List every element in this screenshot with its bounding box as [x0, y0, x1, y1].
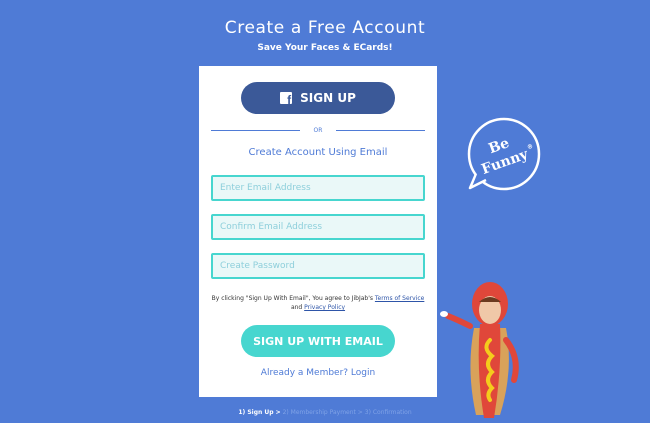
confirm-email-field[interactable] [211, 214, 425, 240]
terms-of-service-link[interactable]: Terms of Service [375, 295, 424, 302]
divider-line-right [336, 129, 425, 131]
step-sign-up: 1) Sign Up > [238, 409, 281, 416]
privacy-policy-link[interactable]: Privacy Policy [304, 304, 345, 311]
login-link[interactable]: Already a Member? Login [199, 368, 437, 378]
email-field[interactable] [211, 175, 425, 201]
mascot-glove-left [440, 311, 448, 317]
or-label: OR [313, 126, 323, 134]
create-account-email-label: Create Account Using Email [248, 147, 388, 158]
page-title: Create a Free Account [224, 18, 426, 38]
divider-line-left [211, 129, 300, 131]
be-funny-badge: Be Funny ® [467, 117, 541, 191]
step-confirmation: 3) Confirmation [364, 409, 412, 416]
facebook-icon: f [280, 92, 293, 107]
signup-card: f SIGN UP OR Create Account Using Email … [199, 66, 437, 397]
facebook-signup-button[interactable]: f SIGN UP [241, 82, 395, 114]
facebook-signup-label: SIGN UP [300, 91, 356, 105]
signup-with-email-button[interactable]: SIGN UP WITH EMAIL [241, 325, 395, 357]
or-divider: OR [211, 124, 425, 136]
terms-text: By clicking "Sign Up With Email", You ag… [211, 294, 425, 312]
mascot-arm-left [445, 313, 473, 329]
terms-prefix: By clicking "Sign Up With Email", You ag… [211, 295, 373, 302]
password-field[interactable] [211, 253, 425, 279]
signup-steps: 1) Sign Up > 2) Membership Payment > 3) … [0, 409, 650, 416]
facebook-icon-glyph: f [287, 93, 292, 107]
page-subtitle: Save Your Faces & ECards! [257, 43, 393, 53]
hotdog-mascot [440, 282, 519, 418]
terms-conjunction: and [290, 304, 303, 311]
step-membership-payment: 2) Membership Payment > [282, 409, 363, 416]
